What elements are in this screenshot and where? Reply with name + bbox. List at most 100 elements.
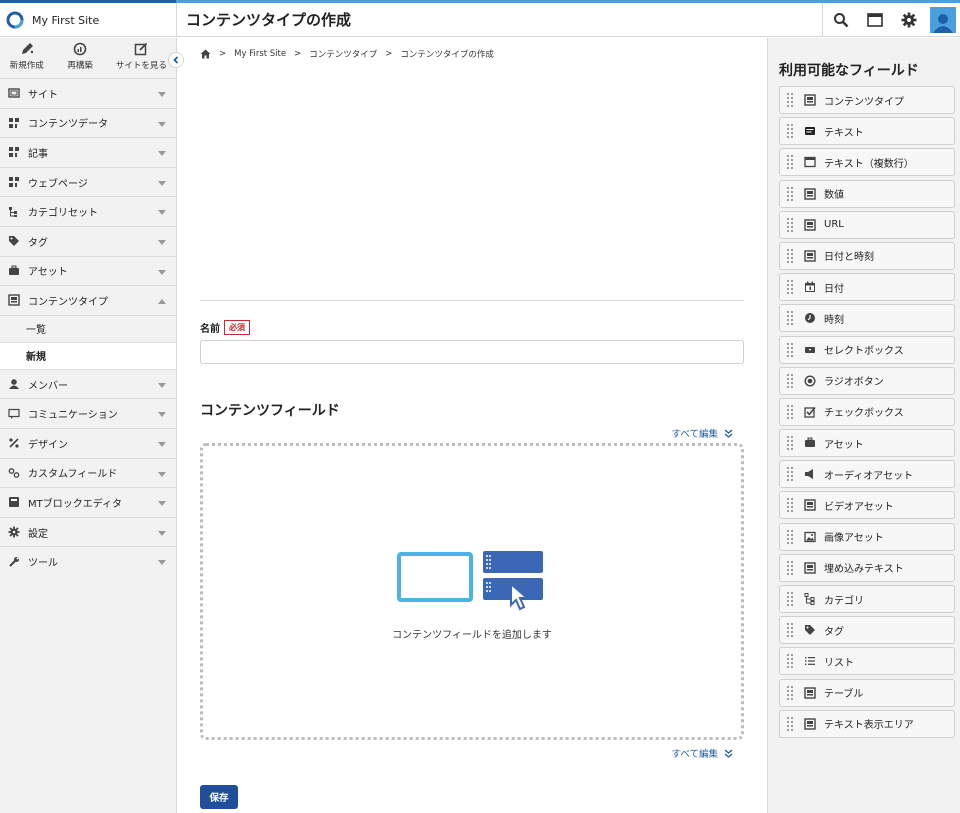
page-title: コンテンツタイプの作成: [186, 11, 352, 29]
quick-new-button[interactable]: 新規作成: [0, 38, 53, 78]
name-label: 名前 必須: [200, 320, 250, 335]
user-avatar-icon[interactable]: [926, 3, 960, 37]
caret-down-icon: [158, 239, 166, 245]
breadcrumb-content-type[interactable]: コンテンツタイプ: [309, 48, 377, 60]
sidebar-item-custom-field[interactable]: カスタムフィールド: [0, 457, 176, 488]
drag-handle-icon[interactable]: [786, 528, 794, 545]
caret-down-icon: [158, 269, 166, 275]
drag-handle-icon[interactable]: [786, 435, 794, 452]
caret-down-icon: [158, 382, 166, 388]
sidebar-item-label: MTブロックエディタ: [28, 498, 123, 510]
field-item-embed-text[interactable]: 埋め込みテキスト: [779, 553, 955, 582]
sidebar-item-label: ツール: [28, 558, 58, 570]
field-item-checkbox[interactable]: チェックボックス: [779, 397, 955, 426]
drag-handle-icon[interactable]: [786, 310, 794, 327]
sidebar-item-label: ウェブページ: [28, 178, 88, 190]
drag-handle-icon[interactable]: [786, 497, 794, 514]
drag-handle-icon[interactable]: [786, 715, 794, 732]
drag-handle-icon[interactable]: [786, 92, 794, 108]
field-item-select-box[interactable]: セレクトボックス: [779, 335, 955, 364]
field-item-radio[interactable]: ラジオボタン: [779, 366, 955, 395]
breadcrumb-site[interactable]: My First Site: [234, 49, 286, 59]
drag-handle-icon[interactable]: [786, 372, 794, 389]
double-chevron-down-icon: [724, 748, 733, 758]
field-item-asset[interactable]: アセット: [779, 429, 955, 458]
sidebar-item-tool[interactable]: ツール: [0, 546, 176, 576]
comment-icon: [8, 408, 20, 420]
sidebar-item-page[interactable]: ウェブページ: [0, 166, 176, 197]
drag-handle-icon[interactable]: [786, 154, 794, 171]
home-icon[interactable]: [200, 49, 211, 59]
field-item-audio[interactable]: オーディオアセット: [779, 460, 955, 489]
drag-handle-icon[interactable]: [786, 185, 794, 202]
sidebar-item-label: カテゴリセット: [28, 208, 98, 220]
sidebar-item-label: 設定: [28, 528, 48, 540]
caret-down-icon: [158, 121, 166, 127]
drag-handle-icon[interactable]: [786, 591, 794, 607]
tool-icon: [8, 556, 20, 568]
field-item-multiline-text[interactable]: テキスト（複数行）: [779, 148, 955, 177]
sidebar-item-member[interactable]: メンバー: [0, 368, 176, 399]
sidebar-item-block-editor[interactable]: MTブロックエディタ: [0, 487, 176, 517]
design-icon: [8, 437, 20, 449]
site-switcher[interactable]: My First Site: [0, 3, 177, 37]
sidebar-item-tag[interactable]: タグ: [0, 225, 176, 256]
sidebar-item-comment[interactable]: コミュニケーション: [0, 398, 176, 428]
field-item-image[interactable]: 画像アセット: [779, 522, 955, 551]
drag-handle-icon[interactable]: [786, 123, 794, 140]
field-item-label: テキスト（複数行）: [824, 158, 914, 170]
field-item-label: テーブル: [824, 689, 864, 701]
window-icon[interactable]: [858, 3, 892, 37]
audio-icon: [804, 468, 816, 480]
sidebar-subitem-new[interactable]: 新規: [0, 341, 176, 369]
quick-view-site-button[interactable]: サイトを見る: [107, 38, 176, 78]
sidebar-item-content-type[interactable]: コンテンツタイプ: [0, 285, 176, 315]
gear-icon[interactable]: [892, 3, 926, 37]
sidebar-item-entry[interactable]: 記事: [0, 137, 176, 167]
drag-handle-icon[interactable]: [786, 279, 794, 296]
field-item-number[interactable]: 数値: [779, 179, 955, 208]
drag-handle-icon[interactable]: [786, 247, 794, 264]
drag-handle-icon[interactable]: [786, 403, 794, 420]
drag-handle-icon[interactable]: [786, 216, 794, 233]
field-item-content-type[interactable]: コンテンツタイプ: [779, 86, 955, 114]
available-fields-title: 利用可能なフィールド: [779, 63, 919, 79]
save-button[interactable]: 保存: [200, 785, 238, 809]
drag-handle-icon[interactable]: [786, 341, 794, 358]
field-item-text[interactable]: テキスト: [779, 117, 955, 146]
caret-down-icon: [158, 501, 166, 507]
quick-rebuild-button[interactable]: 再構築: [53, 38, 106, 78]
field-item-table[interactable]: テーブル: [779, 678, 955, 707]
drag-handle-icon[interactable]: [786, 466, 794, 483]
sidebar-item-asset[interactable]: アセット: [0, 255, 176, 286]
drag-handle-icon[interactable]: [786, 653, 794, 670]
field-item-tag[interactable]: タグ: [779, 616, 955, 645]
sidebar-item-content-data[interactable]: コンテンツデータ: [0, 107, 176, 138]
caret-down-icon: [158, 92, 166, 97]
edit-all-link-bottom[interactable]: すべて編集: [672, 746, 733, 760]
field-item-category[interactable]: カテゴリ: [779, 585, 955, 613]
field-item-url[interactable]: URL: [779, 210, 955, 239]
field-item-list[interactable]: リスト: [779, 647, 955, 676]
drag-handle-icon[interactable]: [786, 684, 794, 701]
sidebar-item-design[interactable]: デザイン: [0, 427, 176, 458]
field-item-clock[interactable]: 時刻: [779, 304, 955, 333]
edit-all-link-top[interactable]: すべて編集: [672, 426, 733, 440]
field-item-text-display[interactable]: テキスト表示エリア: [779, 709, 955, 738]
field-item-video[interactable]: ビデオアセット: [779, 491, 955, 520]
name-input[interactable]: [200, 340, 744, 364]
double-chevron-down-icon: [724, 428, 733, 438]
field-item-datetime[interactable]: 日付と時刻: [779, 241, 955, 270]
sidebar-item-category-set[interactable]: カテゴリセット: [0, 196, 176, 226]
content-field-dropzone[interactable]: コンテンツフィールドを追加します: [200, 443, 744, 740]
sidebar-item-settings[interactable]: 設定: [0, 516, 176, 547]
list-icon: [804, 655, 816, 667]
drag-handle-icon[interactable]: [786, 622, 794, 639]
drag-handle-icon[interactable]: [786, 559, 794, 576]
sidebar-item-site[interactable]: サイト: [0, 78, 176, 108]
field-item-label: 画像アセット: [824, 533, 884, 545]
field-item-calendar[interactable]: 日付: [779, 273, 955, 302]
search-icon[interactable]: [824, 3, 858, 37]
caret-down-icon: [158, 180, 166, 186]
sidebar-subitem-list[interactable]: 一覧: [0, 314, 176, 342]
